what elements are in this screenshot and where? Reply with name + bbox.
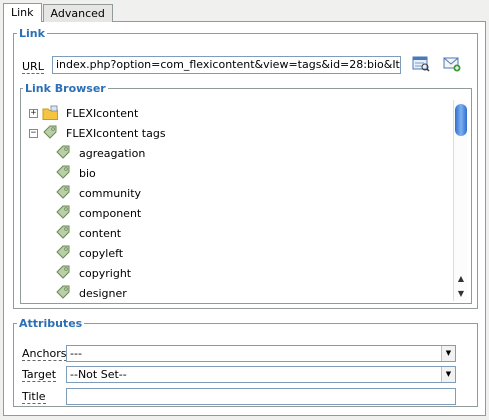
link-browser-legend: Link Browser <box>25 82 106 95</box>
anchors-label: Anchors <box>22 347 67 361</box>
tag-icon <box>56 265 70 279</box>
tree-node-tag[interactable]: designer <box>29 283 429 303</box>
title-label: Title <box>22 390 46 404</box>
tag-label: copyright <box>79 266 132 280</box>
tag-icon <box>56 205 70 219</box>
tag-icon <box>43 125 57 139</box>
tree-node-flexicontent-tags[interactable]: − FLEXIcontent tags <box>29 123 429 143</box>
attributes-legend: Attributes <box>19 317 83 330</box>
anchors-value: --- <box>70 347 82 360</box>
tree-node-tag[interactable]: community <box>29 183 429 203</box>
target-row: Target --Not Set-- ▼ <box>22 366 456 383</box>
tab-bar: Link Advanced <box>3 3 113 22</box>
target-label: Target <box>22 368 57 382</box>
title-row: Title <box>22 388 456 405</box>
anchors-row: Anchors --- ▼ <box>22 345 456 362</box>
folder-icon <box>42 105 58 120</box>
expand-toggle[interactable]: + <box>29 108 38 118</box>
collapse-toggle[interactable]: − <box>29 128 38 138</box>
email-link-button[interactable] <box>442 54 462 74</box>
tree-node-flexicontent[interactable]: + FLEXIcontent <box>29 103 429 123</box>
tab-advanced[interactable]: Advanced <box>42 4 113 22</box>
url-input[interactable]: index.php?option=com_flexicontent&view=t… <box>52 56 401 74</box>
tag-icon <box>56 225 70 239</box>
tag-label: agreagation <box>79 146 146 160</box>
anchors-select[interactable]: --- ▼ <box>66 345 456 362</box>
tag-icon <box>56 245 70 259</box>
tab-link[interactable]: Link <box>3 3 42 22</box>
tab-panel: Link URL index.php?option=com_flexiconte… <box>3 21 486 416</box>
scroll-down-arrow-icon[interactable]: ▼ <box>454 287 468 301</box>
tag-label: content <box>79 226 122 240</box>
tag-label: community <box>79 186 142 200</box>
tree-node-tag[interactable]: content <box>29 223 429 243</box>
tag-label: component <box>79 206 142 220</box>
link-legend: Link <box>19 27 45 40</box>
url-label: URL <box>22 60 44 74</box>
title-input[interactable] <box>66 388 456 405</box>
browse-icon <box>412 56 430 72</box>
link-fieldset: Link URL index.php?option=com_flexiconte… <box>13 27 478 309</box>
tree-node-tag[interactable]: bio <box>29 163 429 183</box>
tag-label: bio <box>79 166 96 180</box>
tag-label: designer <box>79 286 127 300</box>
tree-node-label: FLEXIcontent <box>66 106 139 120</box>
browse-button[interactable] <box>411 54 431 74</box>
tag-icon <box>56 185 70 199</box>
tag-label: copyleft <box>79 246 124 260</box>
tree-node-tag[interactable]: copyleft <box>29 243 429 263</box>
tree-node-label: FLEXIcontent tags <box>66 126 166 140</box>
chevron-down-icon[interactable]: ▼ <box>441 346 455 361</box>
target-value: --Not Set-- <box>70 368 127 381</box>
tree-scrollbar[interactable]: ▲ ▼ <box>453 100 467 301</box>
target-select[interactable]: --Not Set-- ▼ <box>66 366 456 383</box>
link-tree: + FLEXIcontent − FLEXIcontent tags agrea… <box>29 103 429 303</box>
tag-icon <box>56 165 70 179</box>
tree-node-tag[interactable]: agreagation <box>29 143 429 163</box>
link-browser-fieldset: Link Browser + FLEXIcontent − FLEXIconte… <box>20 82 472 304</box>
tag-icon <box>56 285 70 299</box>
scrollbar-thumb[interactable] <box>455 104 467 136</box>
attributes-fieldset: Attributes Anchors --- ▼ Target --Not Se… <box>13 317 478 407</box>
scroll-up-arrow-icon[interactable]: ▲ <box>454 272 468 286</box>
tag-icon <box>56 145 70 159</box>
email-add-icon <box>443 57 461 72</box>
tree-node-tag[interactable]: copyright <box>29 263 429 283</box>
tree-node-tag[interactable]: component <box>29 203 429 223</box>
chevron-down-icon[interactable]: ▼ <box>441 367 455 382</box>
